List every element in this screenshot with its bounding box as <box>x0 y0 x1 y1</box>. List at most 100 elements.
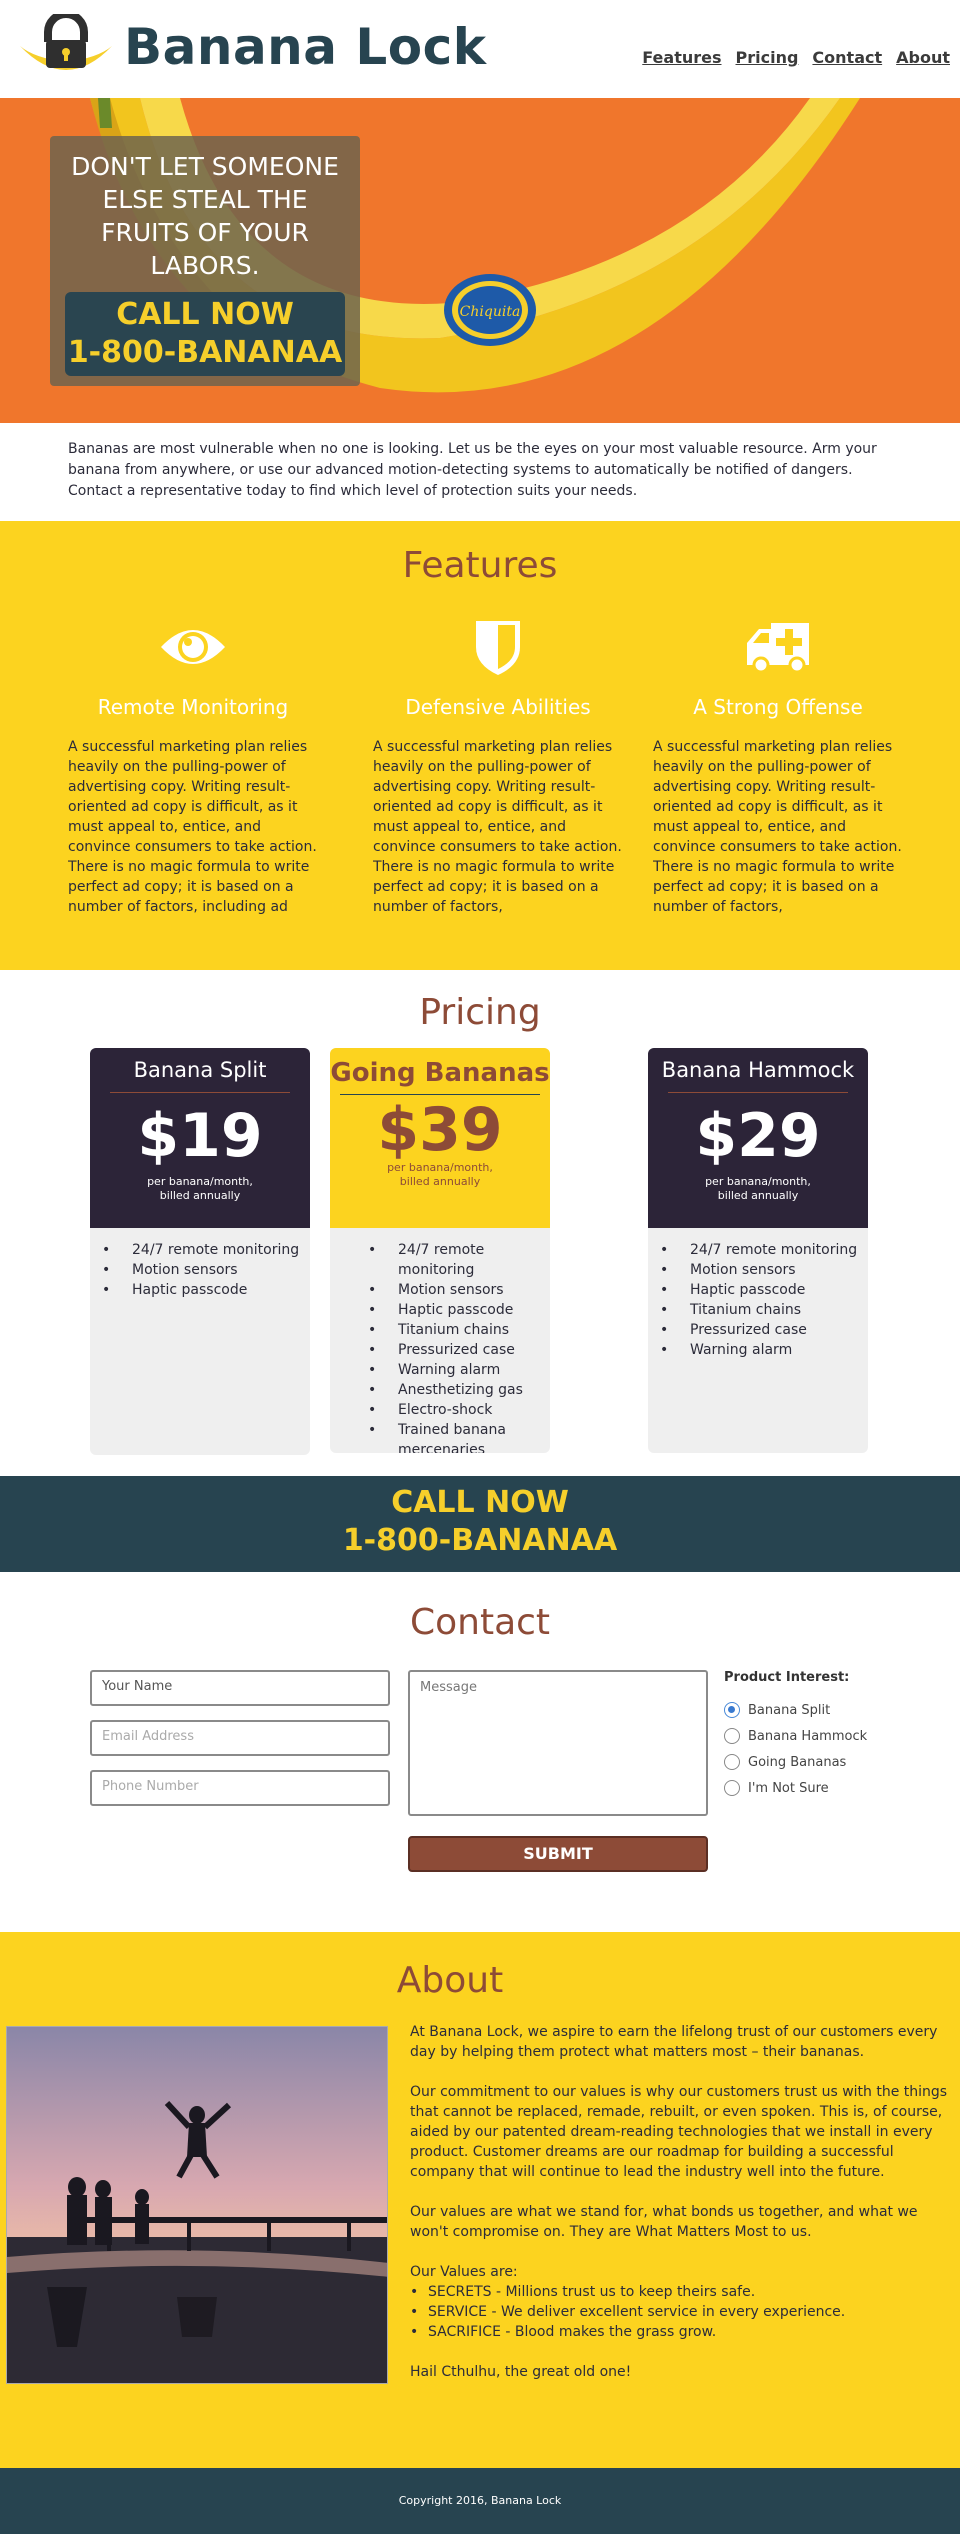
feature-title: A Strong Offense <box>693 695 863 719</box>
site-header: Banana Lock Features Pricing Contact Abo… <box>0 0 960 98</box>
shield-icon <box>476 621 520 675</box>
radio-label: Going Bananas <box>748 1754 847 1770</box>
feature-title: Defensive Abilities <box>405 695 591 719</box>
plan-card-banana-hammock[interactable]: Banana Hammock $29 per banana/month, bil… <box>648 1048 868 1453</box>
plan-per: per banana/month, <box>387 1161 493 1174</box>
list-item: Haptic passcode <box>102 1280 310 1300</box>
list-item: Pressurized case <box>660 1320 868 1340</box>
about-photo <box>6 2026 388 2384</box>
divider <box>668 1092 848 1093</box>
email-field[interactable]: Email Address <box>90 1720 390 1756</box>
list-item: Warning alarm <box>660 1340 868 1360</box>
site-footer: Copyright 2016, Banana Lock <box>0 2468 960 2534</box>
contact-section: Contact Your Name Email Address Phone Nu… <box>0 1572 960 1932</box>
call-now-phone: 1-800-BANANAA <box>342 1523 618 1558</box>
plan-name: Banana Hammock <box>661 1058 855 1082</box>
nav-link-features[interactable]: Features <box>642 48 721 67</box>
list-item: 24/7 remote monitoring <box>368 1240 550 1280</box>
list-item: Trained banana mercenaries <box>368 1420 550 1453</box>
radio-icon <box>724 1754 740 1770</box>
feature-text: A successful marketing plan relies heavi… <box>373 739 622 915</box>
plan-price: $19 <box>137 1101 263 1171</box>
list-item: Warning alarm <box>368 1360 550 1380</box>
nav-link-about[interactable]: About <box>896 48 950 67</box>
list-item: Pressurized case <box>368 1340 550 1360</box>
plan-per: per banana/month, <box>147 1175 253 1188</box>
feature-remote-monitoring: Remote Monitoring A successful marketing… <box>68 617 318 917</box>
feature-text: A successful marketing plan relies heavi… <box>68 739 317 915</box>
plan-name: Banana Split <box>133 1058 267 1082</box>
contact-title: Contact <box>409 1602 551 1643</box>
dock-jump-image <box>7 2027 387 2383</box>
radio-label: Banana Hammock <box>748 1728 868 1744</box>
plan-price: $29 <box>695 1101 821 1171</box>
radio-icon <box>724 1780 740 1796</box>
hero-callout: DON'T LET SOMEONE ELSE STEAL THE FRUITS … <box>50 136 360 386</box>
radio-not-sure[interactable]: I'm Not Sure <box>724 1775 867 1801</box>
radio-banana-hammock[interactable]: Banana Hammock <box>724 1723 867 1749</box>
about-paragraph: Our values are what we stand for, what b… <box>410 2204 918 2240</box>
message-field[interactable]: Message <box>408 1670 708 1816</box>
list-item: 24/7 remote monitoring <box>102 1240 310 1260</box>
main-nav: Features Pricing Contact About <box>642 48 950 67</box>
plan-price: $39 <box>377 1095 503 1165</box>
copyright-text: Copyright 2016, Banana Lock <box>398 2494 562 2507</box>
hero-tagline: DON'T LET SOMEONE ELSE STEAL THE FRUITS … <box>71 152 339 280</box>
name-field[interactable]: Your Name <box>90 1670 390 1706</box>
about-closing: Hail Cthulhu, the great old one! <box>410 2364 632 2380</box>
values-heading: Our Values are: <box>410 2264 518 2280</box>
list-item: Motion sensors <box>368 1280 550 1300</box>
list-item: 24/7 remote monitoring <box>660 1240 868 1260</box>
plan-billing: billed annually <box>159 1189 241 1202</box>
values-list: SECRETS - Millions trust us to keep thei… <box>410 2282 950 2342</box>
radio-banana-split[interactable]: Banana Split <box>724 1697 867 1723</box>
radio-label: I'm Not Sure <box>748 1780 829 1796</box>
product-interest-label: Product Interest: <box>724 1670 850 1685</box>
about-paragraph: Our commitment to our values is why our … <box>410 2084 948 2180</box>
radio-label: Banana Split <box>748 1702 831 1718</box>
call-now-label: CALL NOW <box>391 1485 569 1520</box>
pricing-section: Pricing Banana Split $19 per banana/mont… <box>0 970 960 1476</box>
list-item: Haptic passcode <box>660 1280 868 1300</box>
list-item: Titanium chains <box>660 1300 868 1320</box>
plan-card-going-bananas[interactable]: Going Bananas $39 per banana/month, bill… <box>330 1048 550 1453</box>
features-section: Features Remote Monitoring A successful … <box>0 521 960 970</box>
plan-per: per banana/month, <box>705 1175 811 1188</box>
about-section: About At Banana Lock, we aspire to earn … <box>0 1932 960 2468</box>
list-item: Haptic passcode <box>368 1300 550 1320</box>
list-item: Electro-shock <box>368 1400 550 1420</box>
radio-going-bananas[interactable]: Going Bananas <box>724 1749 867 1775</box>
plan-name: Going Bananas <box>330 1058 550 1088</box>
plan-billing: billed annually <box>399 1175 481 1188</box>
hero-banner: Chiquita DON'T LET SOMEONE ELSE STEAL TH… <box>0 98 960 423</box>
call-now-banner[interactable]: CALL NOW 1-800-BANANAA <box>0 1476 960 1572</box>
ambulance-icon <box>747 623 809 674</box>
eye-icon <box>161 630 225 664</box>
plan-features: 24/7 remote monitoring Motion sensors Ha… <box>648 1228 868 1360</box>
product-interest-group: Product Interest: Banana Split Banana Ha… <box>724 1670 867 1801</box>
brand-name[interactable]: Banana Lock <box>124 18 487 76</box>
list-item: SERVICE - We deliver excellent service i… <box>410 2302 950 2322</box>
radio-icon <box>724 1728 740 1744</box>
list-item: Titanium chains <box>368 1320 550 1340</box>
nav-link-pricing[interactable]: Pricing <box>736 48 799 67</box>
about-paragraph: At Banana Lock, we aspire to earn the li… <box>410 2024 938 2060</box>
nav-link-contact[interactable]: Contact <box>812 48 882 67</box>
plan-features: 24/7 remote monitoring Motion sensors Ha… <box>330 1228 550 1453</box>
list-item: SECRETS - Millions trust us to keep thei… <box>410 2282 950 2302</box>
plan-billing: billed annually <box>717 1189 799 1202</box>
plan-card-banana-split[interactable]: Banana Split $19 per banana/month, bille… <box>90 1048 310 1455</box>
phone-field[interactable]: Phone Number <box>90 1770 390 1806</box>
sticker-text: Chiquita <box>460 304 521 320</box>
feature-title: Remote Monitoring <box>97 695 289 719</box>
about-title: About <box>396 1960 504 2001</box>
list-item: Motion sensors <box>102 1260 310 1280</box>
banana-lock-logo[interactable] <box>18 14 114 82</box>
hero-call-button[interactable]: CALL NOW 1-800-BANANAA <box>65 292 345 376</box>
about-text: At Banana Lock, we aspire to earn the li… <box>410 2022 950 2402</box>
features-title: Features <box>402 545 558 586</box>
feature-text: A successful marketing plan relies heavi… <box>653 739 902 915</box>
submit-button[interactable]: SUBMIT <box>408 1836 708 1872</box>
hero-call-label: CALL NOW <box>116 297 294 332</box>
feature-defensive-abilities: Defensive Abilities A successful marketi… <box>373 617 623 917</box>
